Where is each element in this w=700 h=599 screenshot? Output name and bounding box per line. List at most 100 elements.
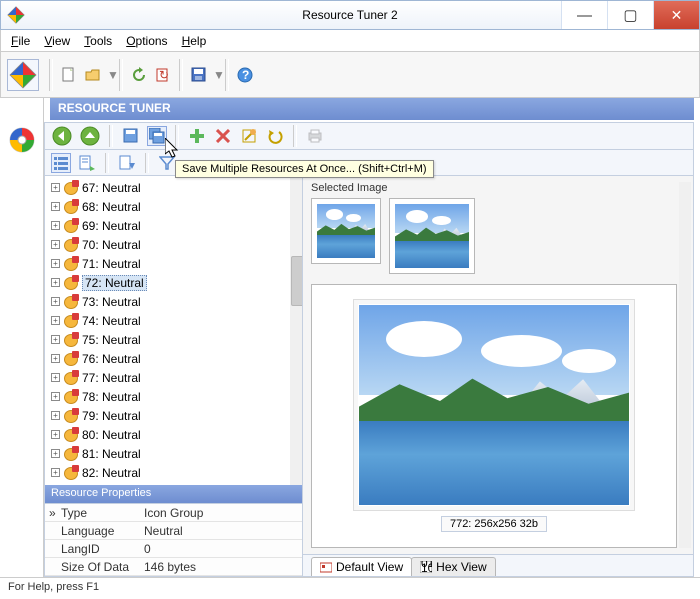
tree-item[interactable]: +79: Neutral <box>51 406 302 425</box>
tab-default-label: Default View <box>336 560 403 574</box>
edit-icon[interactable] <box>239 126 259 146</box>
resource-toolbar <box>44 122 694 150</box>
resource-tree[interactable]: +67: Neutral+68: Neutral+69: Neutral+70:… <box>45 176 302 485</box>
tree-item-label: 79: Neutral <box>82 409 141 423</box>
expand-icon[interactable]: + <box>51 411 60 420</box>
resource-icon <box>64 295 78 309</box>
expand-icon[interactable]: + <box>51 316 60 325</box>
tree-item-label: 81: Neutral <box>82 447 141 461</box>
expand-icon[interactable]: + <box>51 278 60 287</box>
tooltip: Save Multiple Resources At Once... (Shif… <box>175 160 434 178</box>
section-header: RESOURCE TUNER <box>50 98 694 120</box>
tree-item[interactable]: +72: Neutral <box>51 273 302 292</box>
property-row: LanguageNeutral <box>45 522 302 540</box>
resource-icon <box>64 314 78 328</box>
property-row: TypeIcon Group <box>45 504 302 522</box>
resource-icon <box>64 447 78 461</box>
tree-item[interactable]: +70: Neutral <box>51 235 302 254</box>
tree-item-label: 73: Neutral <box>82 295 141 309</box>
tree-item[interactable]: +78: Neutral <box>51 387 302 406</box>
export-icon[interactable] <box>117 153 137 173</box>
tree-item[interactable]: +82: Neutral <box>51 463 302 482</box>
tree-item[interactable]: +69: Neutral <box>51 216 302 235</box>
thumbnail-large[interactable] <box>389 198 475 274</box>
preview-scrollbar[interactable] <box>679 182 691 548</box>
properties-grid: TypeIcon GroupLanguageNeutralLangID0Size… <box>45 503 302 576</box>
reload-icon[interactable]: ↻ <box>153 65 173 85</box>
open-folder-icon[interactable] <box>83 65 103 85</box>
resource-icon <box>64 333 78 347</box>
list-icon[interactable] <box>51 153 71 173</box>
expand-icon[interactable]: + <box>51 373 60 382</box>
save-multiple-icon[interactable] <box>147 126 167 146</box>
svg-text:101: 101 <box>421 561 432 573</box>
tab-hex-view[interactable]: 010101 Hex View <box>411 557 495 576</box>
tree-item-label: 71: Neutral <box>82 257 141 271</box>
back-icon[interactable] <box>51 125 73 147</box>
menu-help[interactable]: Help <box>176 32 213 50</box>
expand-icon[interactable]: + <box>51 449 60 458</box>
properties-header: Resource Properties <box>45 485 302 503</box>
delete-icon[interactable] <box>213 126 233 146</box>
main-logo-button[interactable] <box>7 59 39 91</box>
add-icon[interactable] <box>187 126 207 146</box>
refresh-icon[interactable] <box>129 65 149 85</box>
thumbnail-small[interactable] <box>311 198 381 264</box>
tab-default-view[interactable]: Default View <box>311 557 412 576</box>
tree-item[interactable]: +80: Neutral <box>51 425 302 444</box>
menu-file[interactable]: File <box>5 32 36 50</box>
tree-item[interactable]: +67: Neutral <box>51 178 302 197</box>
menu-options[interactable]: Options <box>120 32 173 50</box>
tree-item[interactable]: +77: Neutral <box>51 368 302 387</box>
expand-icon[interactable]: + <box>51 202 60 211</box>
expand-icon[interactable]: + <box>51 468 60 477</box>
main-toolbar: ▼ ↻ ▼ ? <box>0 52 700 98</box>
property-value: 0 <box>140 540 302 557</box>
tree-item-label: 78: Neutral <box>82 390 141 404</box>
tree-item-label: 80: Neutral <box>82 428 141 442</box>
tree-item-label: 68: Neutral <box>82 200 141 214</box>
menu-tools[interactable]: Tools <box>78 32 118 50</box>
save-resource-icon[interactable] <box>121 126 141 146</box>
tree-item[interactable]: +76: Neutral <box>51 349 302 368</box>
tree-scrollbar[interactable] <box>290 176 302 485</box>
tree-item-label: 77: Neutral <box>82 371 141 385</box>
tree-item[interactable]: +68: Neutral <box>51 197 302 216</box>
tree-item-label: 72: Neutral <box>82 275 147 291</box>
view-tabs: Default View 010101 Hex View <box>303 554 693 576</box>
expand-icon[interactable]: + <box>51 221 60 230</box>
expand-icon[interactable]: + <box>51 430 60 439</box>
property-key: Language <box>45 522 140 539</box>
print-icon[interactable] <box>305 126 325 146</box>
tree-item[interactable]: +71: Neutral <box>51 254 302 273</box>
default-view-icon <box>320 561 332 573</box>
tree-item[interactable]: +73: Neutral <box>51 292 302 311</box>
up-icon[interactable] <box>79 125 101 147</box>
expand-icon[interactable]: + <box>51 297 60 306</box>
sidebar-tool-colorwheel[interactable] <box>8 126 36 157</box>
tree-item[interactable]: +74: Neutral <box>51 311 302 330</box>
tree-item[interactable]: +81: Neutral <box>51 444 302 463</box>
tree-item-label: 70: Neutral <box>82 238 141 252</box>
preview-caption: 772: 256x256 32b <box>441 516 547 532</box>
expand-icon[interactable]: + <box>51 240 60 249</box>
expand-icon[interactable]: + <box>51 183 60 192</box>
selected-image-label: Selected Image <box>311 182 685 194</box>
expand-icon[interactable]: + <box>51 335 60 344</box>
tree-icon[interactable] <box>77 153 97 173</box>
help-icon[interactable]: ? <box>235 65 255 85</box>
save-icon[interactable] <box>189 65 209 85</box>
tab-hex-label: Hex View <box>436 560 486 574</box>
resource-icon <box>64 238 78 252</box>
expand-icon[interactable]: + <box>51 259 60 268</box>
resource-icon <box>64 257 78 271</box>
status-bar: For Help, press F1 <box>0 577 700 599</box>
filter-icon[interactable] <box>157 153 177 173</box>
undo-icon[interactable] <box>265 126 285 146</box>
expand-icon[interactable]: + <box>51 354 60 363</box>
menu-view[interactable]: View <box>38 32 76 50</box>
expand-icon[interactable]: + <box>51 392 60 401</box>
tree-item[interactable]: +75: Neutral <box>51 330 302 349</box>
tree-item-label: 69: Neutral <box>82 219 141 233</box>
new-file-icon[interactable] <box>59 65 79 85</box>
